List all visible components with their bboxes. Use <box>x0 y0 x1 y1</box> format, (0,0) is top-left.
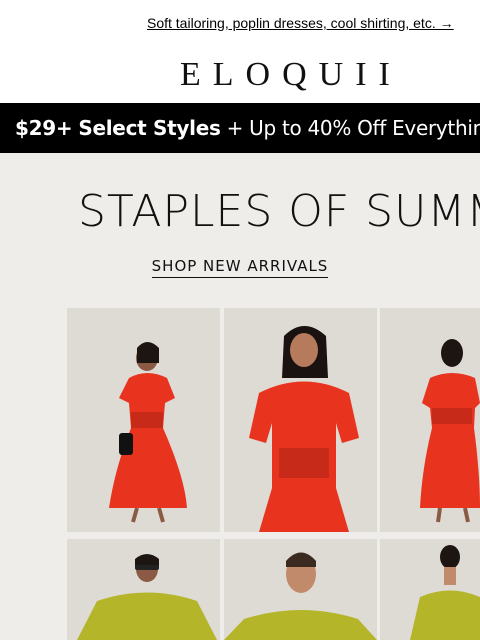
red-dress-back-illustration <box>380 308 480 532</box>
product-image-red-dress-front-full[interactable] <box>67 308 220 532</box>
header: ELOQUII <box>0 46 480 103</box>
promo-banner[interactable]: $29+ Select Styles + Up to 40% Off Every… <box>0 103 480 153</box>
preheader-link[interactable]: Soft tailoring, poplin dresses, cool shi… <box>147 15 454 31</box>
green-top-close-illustration <box>224 539 377 640</box>
green-top-illustration <box>67 539 220 640</box>
product-image-red-dress-back[interactable] <box>380 308 480 532</box>
green-top-back-illustration <box>380 539 480 640</box>
product-image-green-top-front[interactable] <box>67 539 220 640</box>
hero-title: STAPLES OF SUMMER <box>78 186 480 237</box>
promo-text: $29+ Select Styles + Up to 40% Off Every… <box>15 116 480 140</box>
brand-logo[interactable]: ELOQUII <box>180 58 402 92</box>
promo-price: $29+ <box>15 116 73 140</box>
shop-new-arrivals-link[interactable]: SHOP NEW ARRIVALS <box>151 257 329 278</box>
promo-select-styles: Select Styles <box>78 116 221 140</box>
red-dress-illustration <box>67 308 220 532</box>
product-image-green-top-back[interactable] <box>380 539 480 640</box>
cta-wrap: SHOP NEW ARRIVALS <box>0 257 480 278</box>
hero-section: STAPLES OF SUMMER SHOP NEW ARRIVALS <box>0 153 480 640</box>
product-image-red-dress-front-close[interactable] <box>224 308 377 532</box>
promo-rest: + Up to 40% Off Everything Else* <box>226 116 480 140</box>
red-dress-close-illustration <box>224 308 377 532</box>
preheader: Soft tailoring, poplin dresses, cool shi… <box>0 0 480 46</box>
product-image-green-top-close[interactable] <box>224 539 377 640</box>
